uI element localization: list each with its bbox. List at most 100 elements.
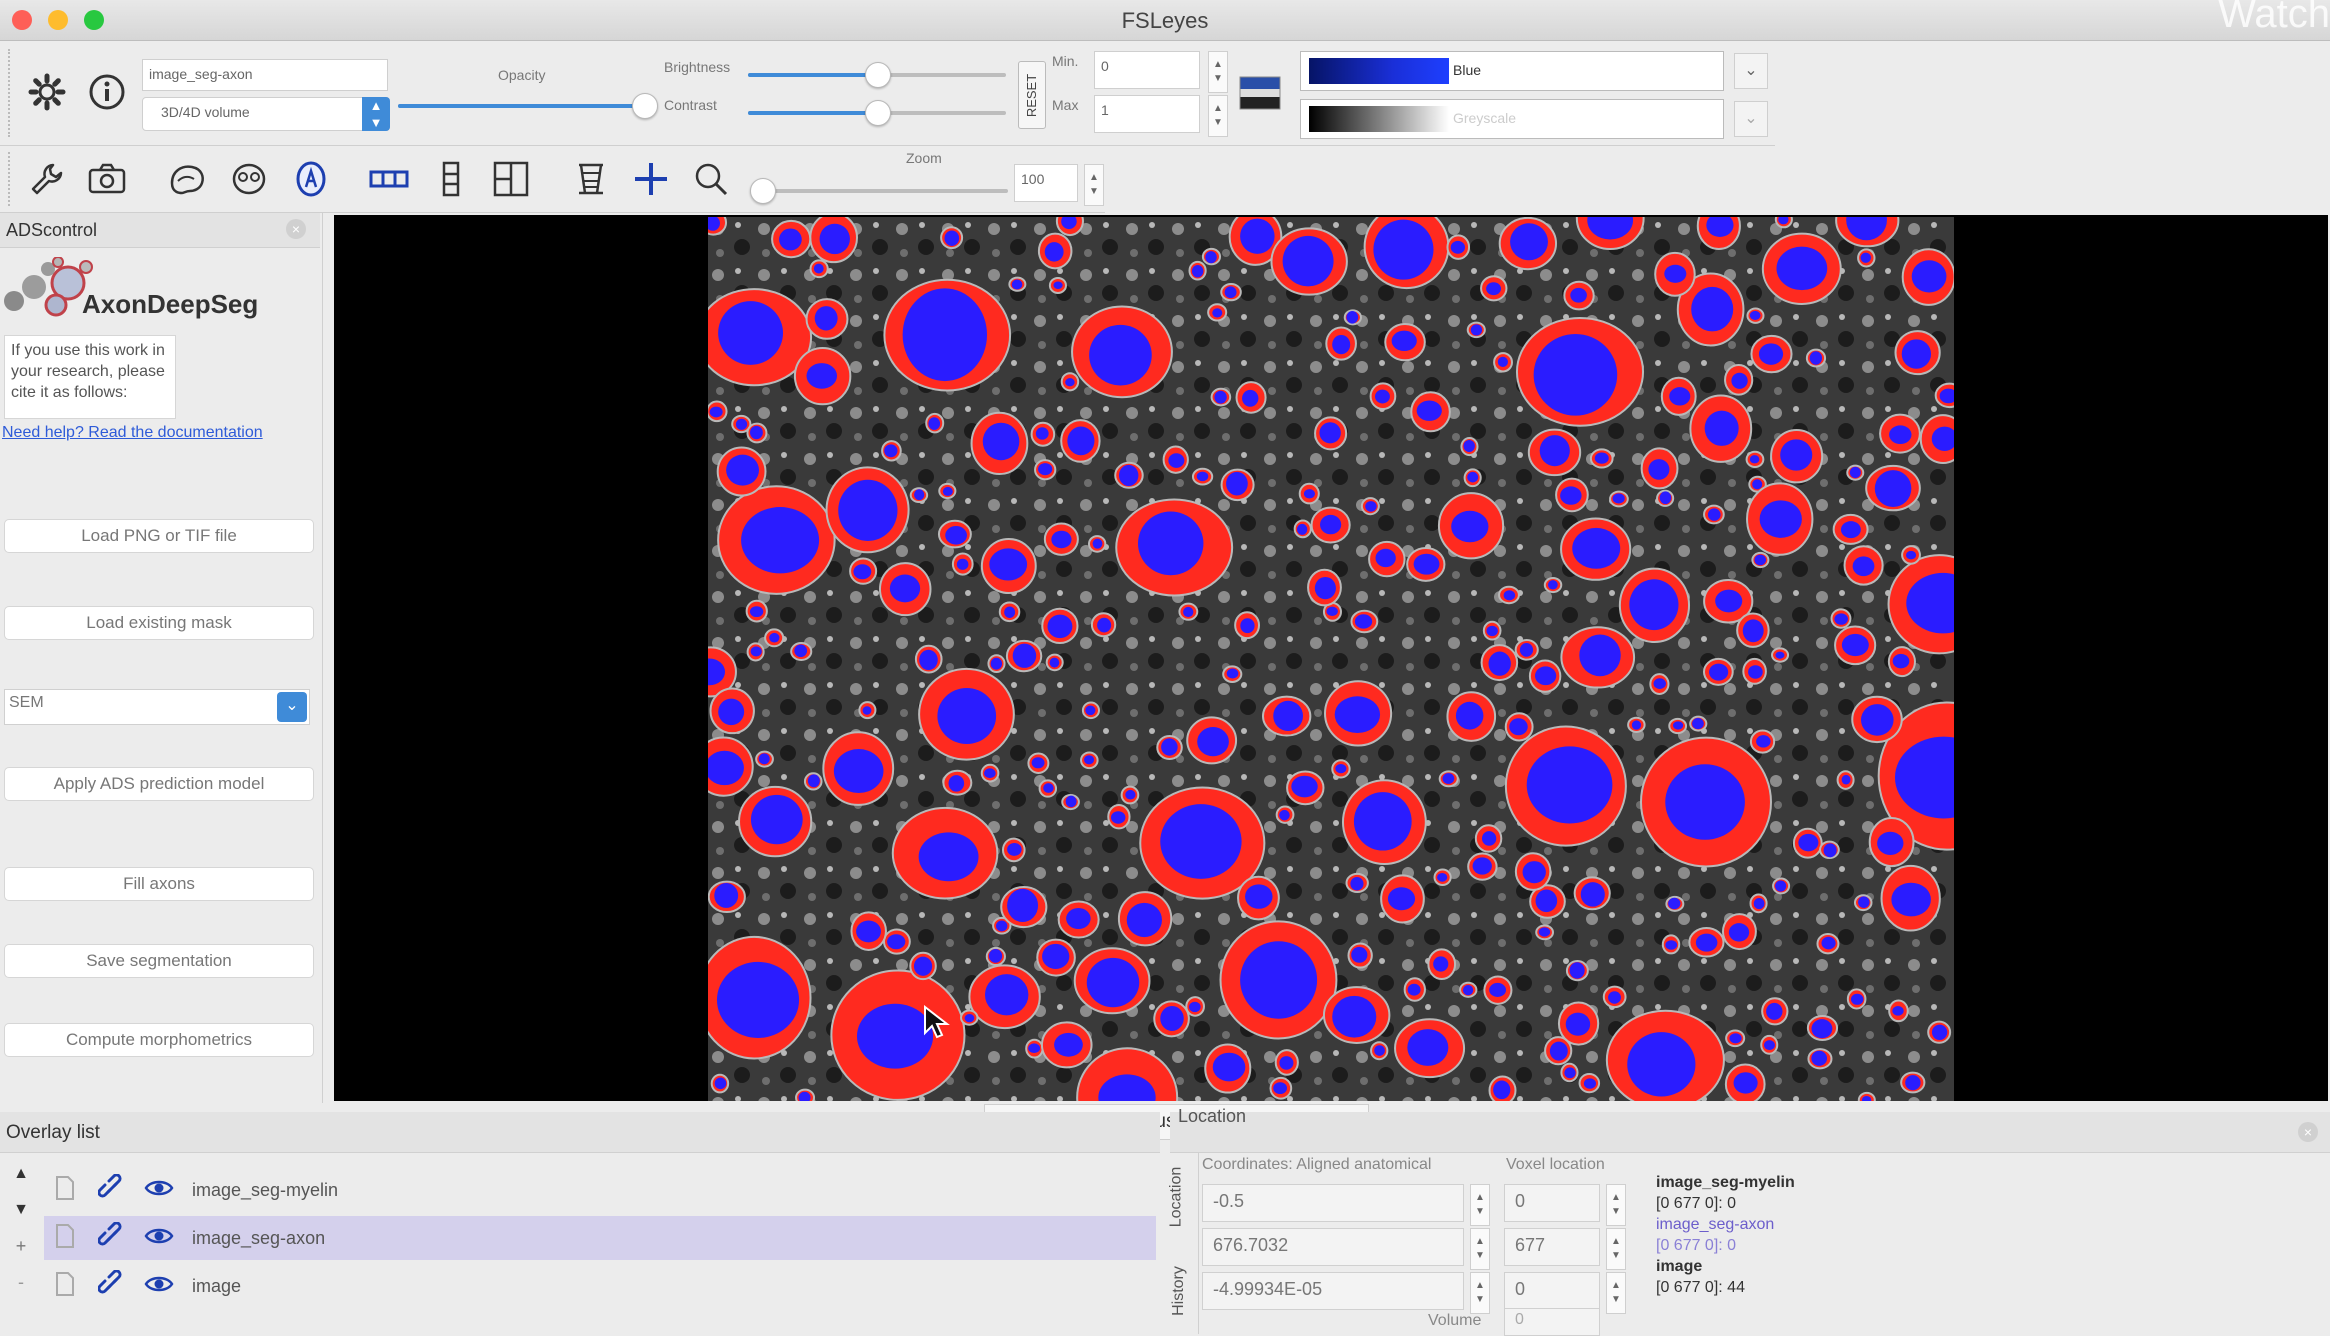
min-input[interactable]: 0 bbox=[1094, 51, 1200, 89]
ortho-view-canvas[interactable] bbox=[334, 215, 2328, 1101]
axon-region bbox=[1850, 993, 1864, 1005]
voxel-stepper[interactable]: ▲ ▼ bbox=[1606, 1272, 1626, 1314]
link-icon[interactable] bbox=[97, 1172, 128, 1207]
coordinate-stepper[interactable]: ▲ ▼ bbox=[1470, 1272, 1490, 1314]
camera-icon[interactable] bbox=[80, 152, 134, 206]
coordinate-input[interactable]: -0.5 bbox=[1202, 1184, 1464, 1222]
close-panel-icon[interactable]: × bbox=[286, 219, 306, 239]
axon-region bbox=[1901, 339, 1932, 369]
axial-view-icon[interactable] bbox=[284, 152, 338, 206]
negative-colour-map-select[interactable]: Greyscale bbox=[1300, 99, 1724, 139]
axon-region bbox=[1296, 523, 1308, 535]
colour-map-select[interactable]: Blue bbox=[1300, 51, 1724, 91]
load-mask-button[interactable]: Load existing mask bbox=[4, 606, 314, 640]
voxel-stepper[interactable]: ▲ ▼ bbox=[1606, 1228, 1626, 1270]
overlay-row[interactable]: image bbox=[44, 1264, 1156, 1308]
overlay-row[interactable]: image_seg-myelin bbox=[44, 1168, 1156, 1212]
crosshair-icon[interactable] bbox=[624, 152, 678, 206]
coordinate-input[interactable]: 676.7032 bbox=[1202, 1228, 1464, 1266]
gear-icon[interactable] bbox=[20, 65, 74, 119]
file-icon[interactable] bbox=[54, 1175, 78, 1206]
segmentation-image[interactable] bbox=[708, 217, 1954, 1101]
help-link[interactable]: Need help? Read the documentation bbox=[2, 424, 263, 442]
axon-region bbox=[1472, 857, 1492, 875]
axon-region bbox=[1462, 985, 1474, 996]
invert-cmap-icon[interactable] bbox=[1236, 73, 1286, 113]
colour-map-dropdown-icon[interactable]: ⌄ bbox=[1734, 53, 1768, 89]
coordinate-stepper[interactable]: ▲ ▼ bbox=[1470, 1228, 1490, 1270]
toolbar-grip[interactable] bbox=[8, 49, 12, 137]
close-location-icon[interactable]: × bbox=[2298, 1122, 2318, 1142]
info-icon[interactable] bbox=[80, 65, 134, 119]
opacity-slider[interactable] bbox=[398, 104, 644, 108]
voxel-input[interactable]: 0 bbox=[1504, 1272, 1600, 1310]
horizontal-layout-icon[interactable] bbox=[362, 152, 416, 206]
max-input[interactable]: 1 bbox=[1094, 95, 1200, 133]
eye-icon[interactable] bbox=[144, 1273, 178, 1300]
toolbar-grip[interactable] bbox=[8, 152, 12, 206]
brightness-slider-knob[interactable] bbox=[865, 62, 891, 88]
remove-overlay-button[interactable]: - bbox=[4, 1264, 38, 1300]
axon-region bbox=[1212, 1052, 1246, 1082]
zoom-input[interactable]: 100 bbox=[1014, 164, 1078, 202]
axon-region bbox=[1519, 643, 1534, 657]
eye-icon[interactable] bbox=[144, 1177, 178, 1204]
zoom-stepper[interactable]: ▲ ▼ bbox=[1084, 164, 1104, 206]
save-segmentation-button[interactable]: Save segmentation bbox=[4, 944, 314, 978]
axon-region bbox=[1860, 704, 1894, 736]
reset-button[interactable]: RESET bbox=[1018, 61, 1046, 129]
move-up-button[interactable]: ▲ bbox=[4, 1156, 38, 1192]
axon-region bbox=[1365, 501, 1377, 512]
file-icon[interactable] bbox=[54, 1223, 78, 1254]
max-stepper[interactable]: ▲ ▼ bbox=[1208, 95, 1228, 137]
citation-textbox[interactable]: If you use this work in your research, p… bbox=[4, 335, 176, 419]
axon-region bbox=[1226, 668, 1239, 679]
wrench-icon[interactable] bbox=[20, 152, 74, 206]
opacity-slider-knob[interactable] bbox=[632, 93, 658, 119]
voxel-input[interactable]: 0 bbox=[1504, 1184, 1600, 1222]
zoom-slider[interactable] bbox=[762, 189, 1008, 193]
zoom-magnifier-icon[interactable] bbox=[684, 152, 738, 206]
eye-icon[interactable] bbox=[144, 1225, 178, 1252]
add-overlay-button[interactable]: + bbox=[4, 1228, 38, 1264]
movie-mode-icon[interactable] bbox=[564, 152, 618, 206]
axon-region bbox=[1564, 1067, 1576, 1079]
min-stepper[interactable]: ▲ ▼ bbox=[1208, 51, 1228, 93]
overlay-name-field[interactable]: image_seg-axon bbox=[142, 59, 388, 91]
move-down-button[interactable]: ▼ bbox=[4, 1192, 38, 1228]
coordinate-input[interactable]: -4.99934E-05 bbox=[1202, 1272, 1464, 1310]
coronal-view-icon[interactable] bbox=[222, 152, 276, 206]
apply-model-button[interactable]: Apply ADS prediction model bbox=[4, 767, 314, 801]
tab-history[interactable]: History bbox=[1170, 1266, 1188, 1316]
link-icon[interactable] bbox=[97, 1268, 128, 1303]
overlay-type-select[interactable]: 3D/4D volume bbox=[142, 97, 390, 131]
voxel-stepper[interactable]: ▲ ▼ bbox=[1606, 1184, 1626, 1226]
negative-colour-map-dropdown-icon[interactable]: ⌄ bbox=[1734, 101, 1768, 137]
contrast-slider-knob[interactable] bbox=[865, 100, 891, 126]
location-panel: Location × Location History Coordinates:… bbox=[1167, 1106, 2330, 1336]
load-png-button[interactable]: Load PNG or TIF file bbox=[4, 519, 314, 553]
tab-location[interactable]: Location bbox=[1167, 1167, 1185, 1228]
overlay-row[interactable]: image_seg-axon bbox=[44, 1216, 1156, 1260]
voxel-input[interactable]: 677 bbox=[1504, 1228, 1600, 1266]
compute-morphometrics-button[interactable]: Compute morphometrics bbox=[4, 1023, 314, 1057]
file-icon[interactable] bbox=[54, 1271, 78, 1302]
model-select[interactable]: SEM ⌄ bbox=[4, 689, 310, 725]
vertical-layout-icon[interactable] bbox=[424, 152, 478, 206]
coordinate-stepper[interactable]: ▲ ▼ bbox=[1470, 1184, 1490, 1226]
axon-region bbox=[1212, 308, 1223, 318]
volume-input[interactable]: 0 bbox=[1504, 1308, 1600, 1336]
axon-region bbox=[1503, 590, 1516, 601]
grid-layout-icon[interactable] bbox=[484, 152, 538, 206]
watermark-text: Watch bbox=[2218, 0, 2330, 36]
overlay-type-chevron-icon[interactable]: ▲ ▼ bbox=[362, 97, 390, 131]
fill-axons-button[interactable]: Fill axons bbox=[4, 867, 314, 901]
zoom-slider-knob[interactable] bbox=[750, 178, 776, 204]
model-select-chevron-icon[interactable]: ⌄ bbox=[277, 692, 307, 722]
link-icon[interactable] bbox=[97, 1220, 128, 1255]
sagittal-view-icon[interactable] bbox=[160, 152, 214, 206]
axon-region bbox=[1161, 738, 1178, 756]
axon-region bbox=[1766, 1002, 1783, 1020]
axon-region bbox=[1373, 219, 1434, 280]
axon-region bbox=[1809, 351, 1823, 365]
